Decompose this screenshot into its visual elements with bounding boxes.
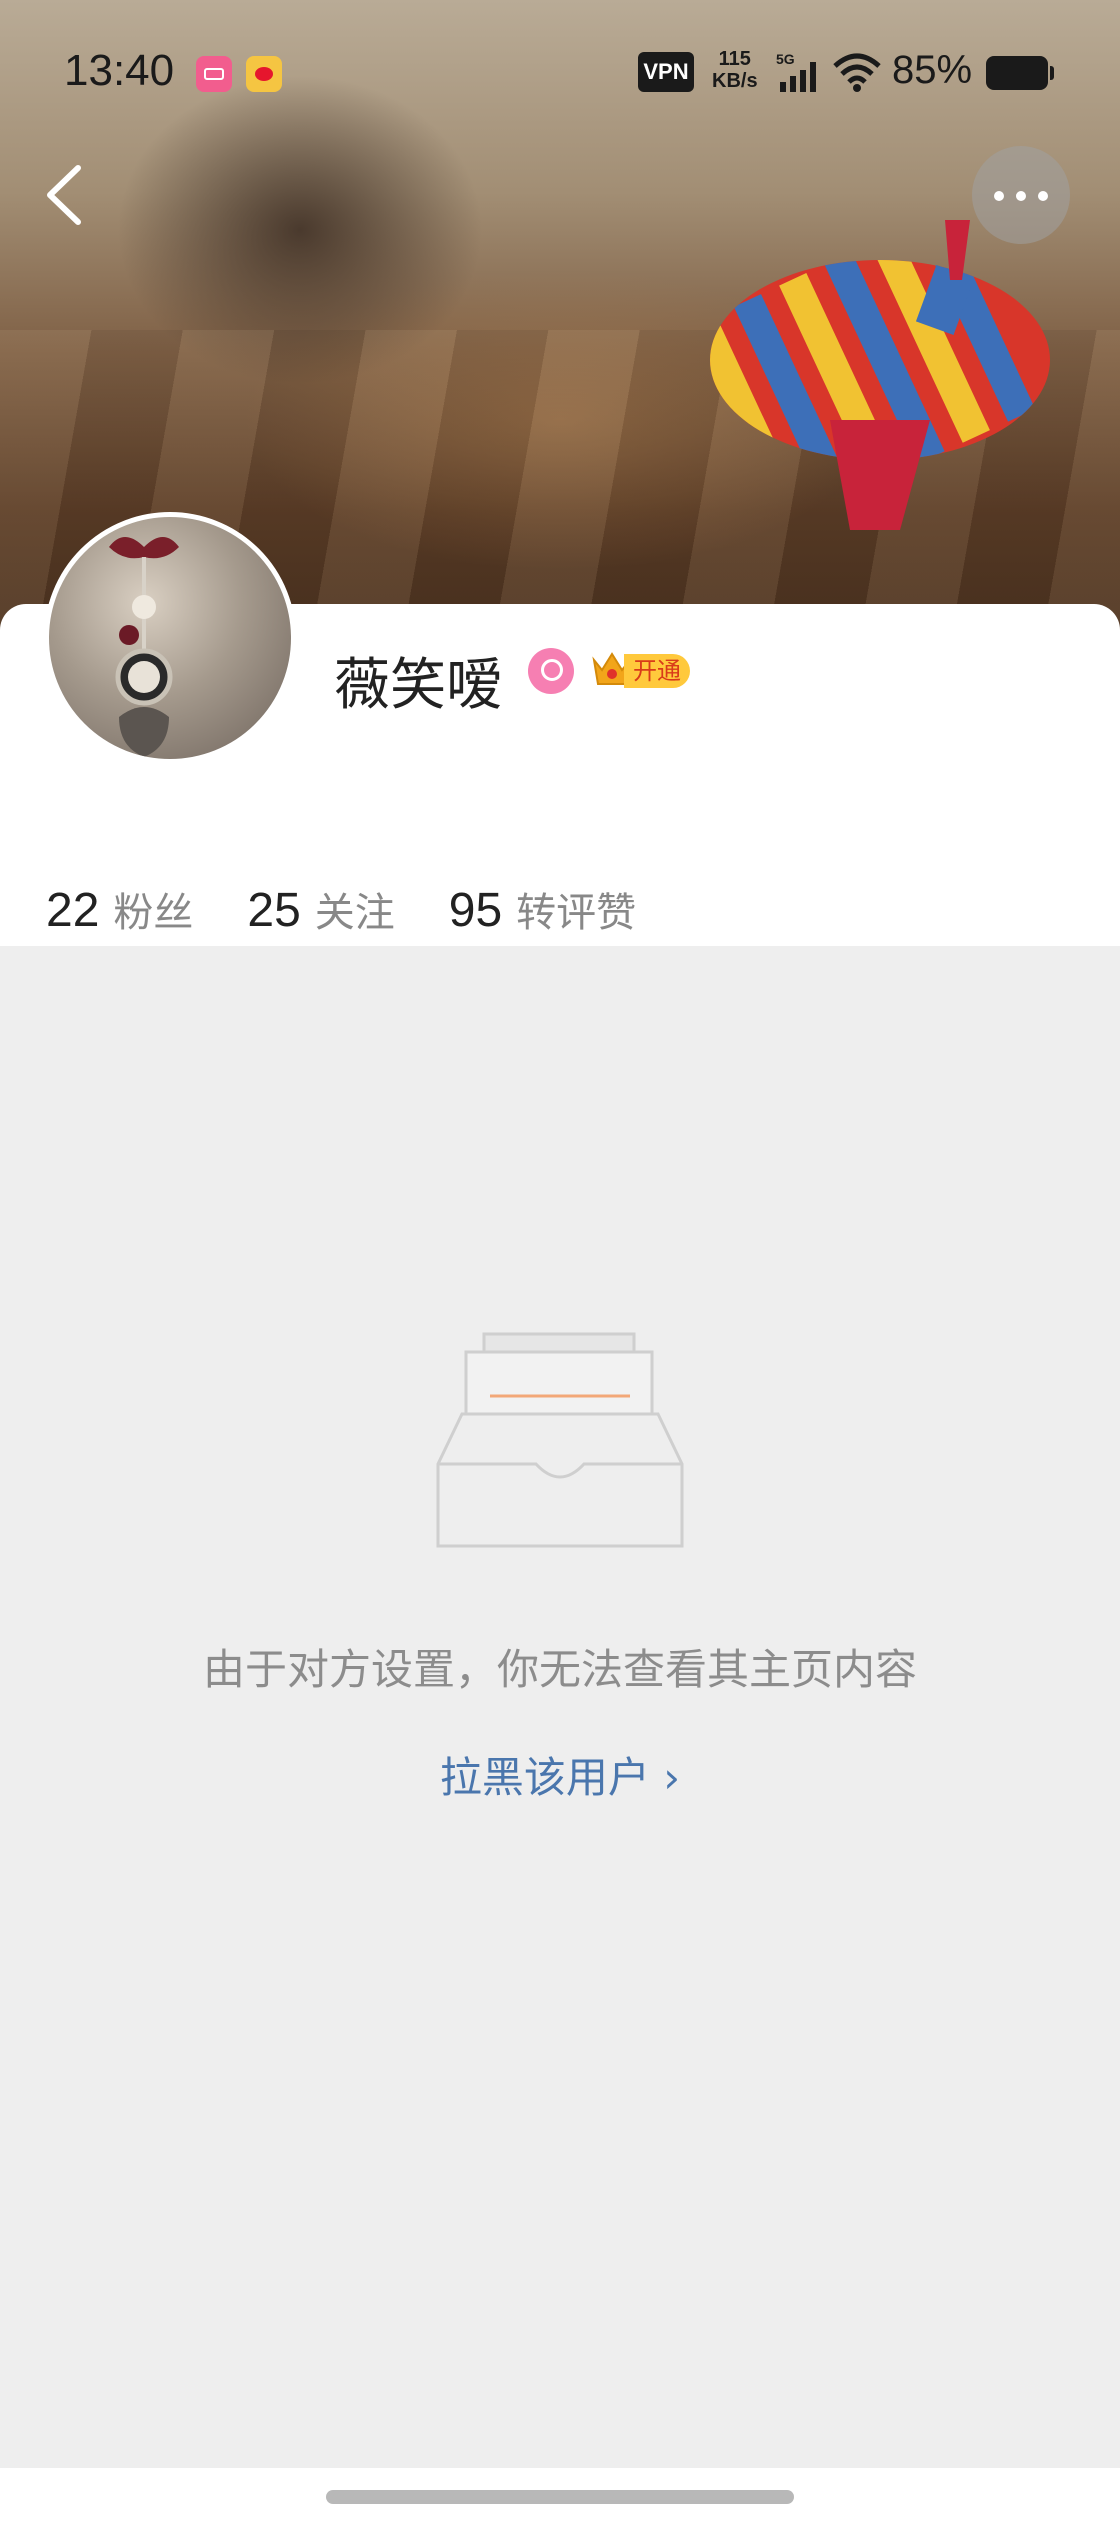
female-icon [528, 648, 574, 694]
profile-stats: 22 粉丝 25 关注 95 转评赞 [46, 880, 690, 940]
inbox-tray-icon [436, 1332, 684, 1548]
stat-followers[interactable]: 22 粉丝 [46, 880, 193, 938]
stat-label: 转评赞 [516, 890, 637, 936]
network-speed-value: 115 [718, 48, 751, 70]
more-dot [994, 191, 1004, 201]
battery-percent: 85% [892, 48, 973, 92]
network-speed-unit: KB/s [712, 70, 758, 92]
status-bar: 13:40 VPN 115 KB/s 5G 85% [0, 0, 1120, 150]
stat-label: 关注 [314, 890, 395, 936]
vip-open-label: 开通 [624, 654, 690, 688]
wifi-icon [833, 53, 881, 92]
stat-interactions[interactable]: 95 转评赞 [449, 880, 636, 938]
username: 薇笑嗳 [334, 653, 502, 718]
stat-following[interactable]: 25 关注 [247, 880, 394, 938]
stat-value: 95 [448, 884, 503, 937]
more-dot [1016, 191, 1026, 201]
avatar-image [109, 537, 179, 757]
home-indicator[interactable] [326, 2490, 794, 2504]
network-speed: 115 KB/s [712, 48, 758, 92]
weibo-icon [246, 56, 282, 92]
bilibili-icon [196, 56, 232, 92]
battery-icon [986, 56, 1054, 90]
signal-icon: 5G [776, 51, 816, 92]
status-time: 13:40 [64, 46, 175, 95]
vpn-badge: VPN [638, 52, 694, 92]
avatar[interactable] [44, 512, 296, 764]
block-user-link[interactable]: 拉黑该用户 › [0, 1744, 1120, 1805]
network-type: 5G [776, 51, 795, 67]
more-options-button[interactable] [972, 146, 1070, 244]
more-dot [1038, 191, 1048, 201]
empty-state-message: 由于对方设置，你无法查看其主页内容 [202, 1645, 917, 1694]
stat-label: 粉丝 [113, 890, 194, 936]
stat-value: 22 [46, 884, 100, 937]
spinning-top-image [710, 220, 1050, 530]
back-chevron-icon[interactable] [34, 160, 94, 230]
stat-value: 25 [247, 884, 301, 937]
